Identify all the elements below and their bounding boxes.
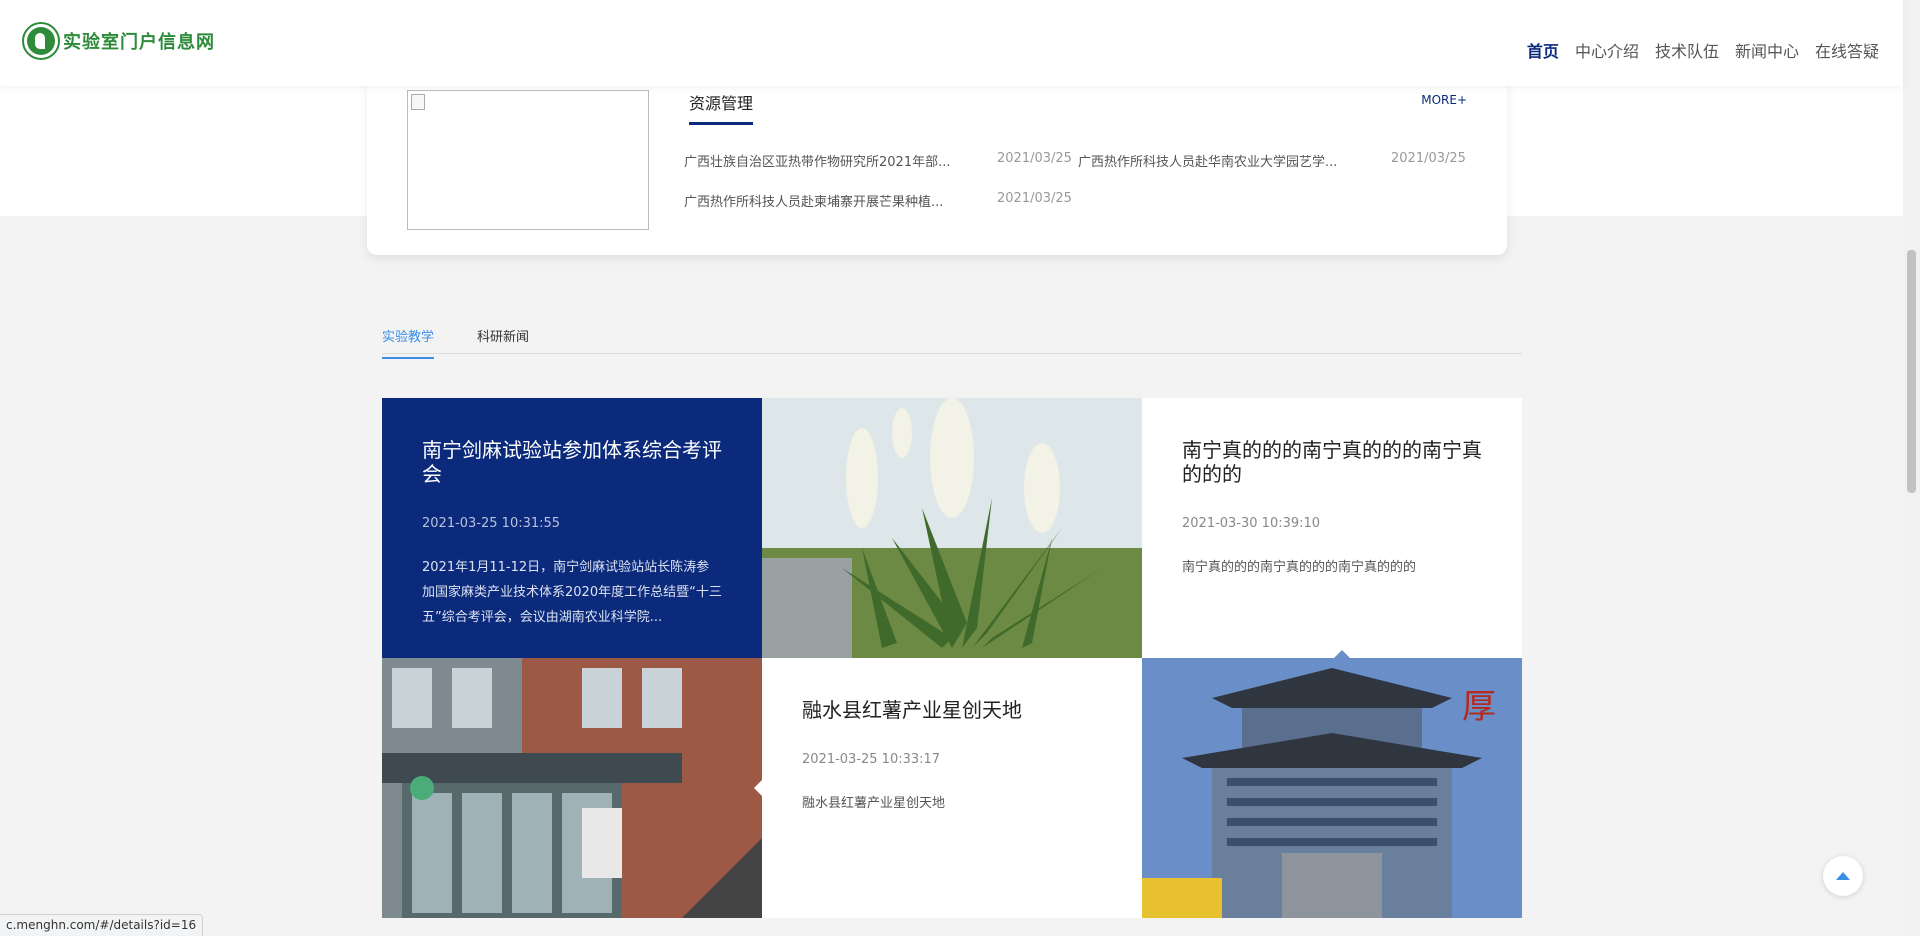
resource-item[interactable]: 广西壮族自治区亚热带作物研究所2021年部... xyxy=(684,151,950,170)
resource-item-date: 2021/03/25 xyxy=(997,191,1072,206)
resource-title: 资源管理 xyxy=(689,90,754,125)
back-to-top-button[interactable] xyxy=(1823,856,1863,896)
nav-news-center[interactable]: 新闻中心 xyxy=(1735,38,1799,62)
news-image-university[interactable]: 厚 xyxy=(1142,658,1522,918)
news-summary: 2021年1月11-12日，南宁剑麻试验站站长陈涛参加国家麻类产业技术体系202… xyxy=(422,560,722,625)
pointer-arrow xyxy=(754,520,762,536)
tab-lab-teaching[interactable]: 实验教学 xyxy=(382,326,435,359)
logo-text: 实验室门户信息网 xyxy=(63,32,215,53)
storefront-illustration xyxy=(382,658,762,918)
news-title[interactable]: 融水县红薯产业星创天地 xyxy=(802,698,1102,722)
main-nav: 首页 中心介绍 技术队伍 新闻中心 在线答疑 xyxy=(1511,38,1879,62)
news-title[interactable]: 南宁真的的的南宁真的的的南宁真的的的 xyxy=(1182,438,1482,486)
resource-image[interactable] xyxy=(407,90,649,230)
resource-more-link[interactable]: MORE+ xyxy=(1421,93,1467,107)
nav-online-qa[interactable]: 在线答疑 xyxy=(1815,38,1879,62)
news-date: 2021-03-25 10:31:55 xyxy=(422,516,561,531)
nav-center-intro[interactable]: 中心介绍 xyxy=(1575,38,1639,62)
news-card[interactable]: 南宁剑麻试验站参加体系综合考评会 2021-03-25 10:31:55 202… xyxy=(382,398,762,658)
tab-research-news[interactable]: 科研新闻 xyxy=(477,326,529,357)
news-date: 2021-03-30 10:39:10 xyxy=(1182,516,1321,531)
resource-item[interactable]: 广西热作所科技人员赴华南农业大学园艺学... xyxy=(1078,151,1337,170)
nav-tech-team[interactable]: 技术队伍 xyxy=(1655,38,1719,62)
broken-image-icon xyxy=(411,94,425,110)
nav-home[interactable]: 首页 xyxy=(1527,38,1559,62)
pointer-arrow xyxy=(754,780,762,796)
news-summary: 南宁真的的的南宁真的的的南宁真的的的 xyxy=(1182,560,1417,575)
resource-item-date: 2021/03/25 xyxy=(997,151,1072,166)
resource-card: 资源管理 MORE+ 广西壮族自治区亚热带作物研究所2021年部... 2021… xyxy=(367,70,1507,255)
news-summary: 融水县红薯产业星创天地 xyxy=(802,796,946,811)
news-card[interactable]: 南宁真的的的南宁真的的的南宁真的的的 2021-03-30 10:39:10 南… xyxy=(1142,398,1522,658)
svg-text:厚: 厚 xyxy=(1462,687,1496,727)
resource-item[interactable]: 广西热作所科技人员赴柬埔寨开展芒果种植... xyxy=(684,191,943,210)
news-title[interactable]: 南宁剑麻试验站参加体系综合考评会 xyxy=(422,438,722,486)
news-grid: 南宁剑麻试验站参加体系综合考评会 2021-03-25 10:31:55 202… xyxy=(382,398,1522,918)
pointer-arrow xyxy=(1334,650,1350,658)
page-scrollbar[interactable] xyxy=(1903,0,1920,936)
status-url-bar: c.menghn.com/#/details?id=16 xyxy=(0,914,204,936)
university-building-illustration: 厚 xyxy=(1142,658,1522,918)
logo-emblem-icon xyxy=(22,22,60,60)
site-header: 实验室门户信息网 首页 中心介绍 技术队伍 新闻中心 在线答疑 xyxy=(0,0,1903,86)
yucca-plant-illustration xyxy=(762,398,1142,658)
scrollbar-thumb[interactable] xyxy=(1907,250,1916,493)
news-image-building[interactable] xyxy=(382,658,762,918)
news-tabs: 实验教学 科研新闻 xyxy=(382,318,1522,359)
news-image-yucca[interactable] xyxy=(762,398,1142,658)
news-card[interactable]: 融水县红薯产业星创天地 2021-03-25 10:33:17 融水县红薯产业星… xyxy=(762,658,1142,918)
news-date: 2021-03-25 10:33:17 xyxy=(802,752,941,767)
resource-item-date: 2021/03/25 xyxy=(1391,151,1466,166)
site-logo[interactable]: 实验室门户信息网 xyxy=(22,22,215,60)
arrow-up-icon xyxy=(1836,872,1850,880)
